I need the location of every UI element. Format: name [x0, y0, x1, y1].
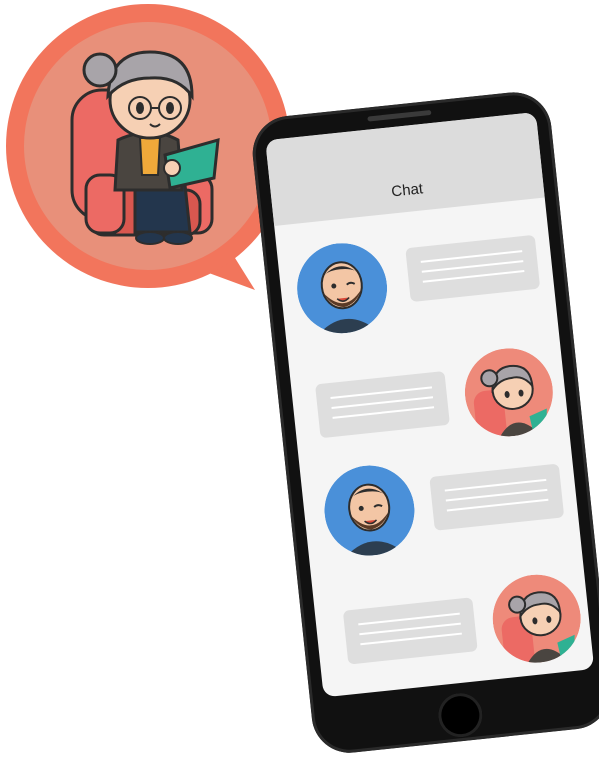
message-bubble[interactable] — [429, 463, 565, 531]
chat-title: Chat — [390, 180, 424, 201]
phone: Chat — [249, 88, 599, 757]
grandma-avatar[interactable] — [488, 570, 585, 667]
message-bubble[interactable] — [405, 234, 541, 303]
message-bubble[interactable] — [315, 370, 450, 439]
grandma-avatar[interactable] — [461, 344, 558, 441]
grandma-avatar-icon — [492, 574, 581, 667]
man-avatar-icon — [297, 243, 388, 337]
phone-screen: Chat — [265, 111, 595, 698]
grandma-avatar-icon — [464, 348, 553, 441]
man-avatar[interactable] — [320, 461, 419, 560]
message-bubble[interactable] — [342, 597, 478, 665]
man-avatar[interactable] — [293, 239, 392, 338]
man-avatar-icon — [324, 465, 415, 559]
